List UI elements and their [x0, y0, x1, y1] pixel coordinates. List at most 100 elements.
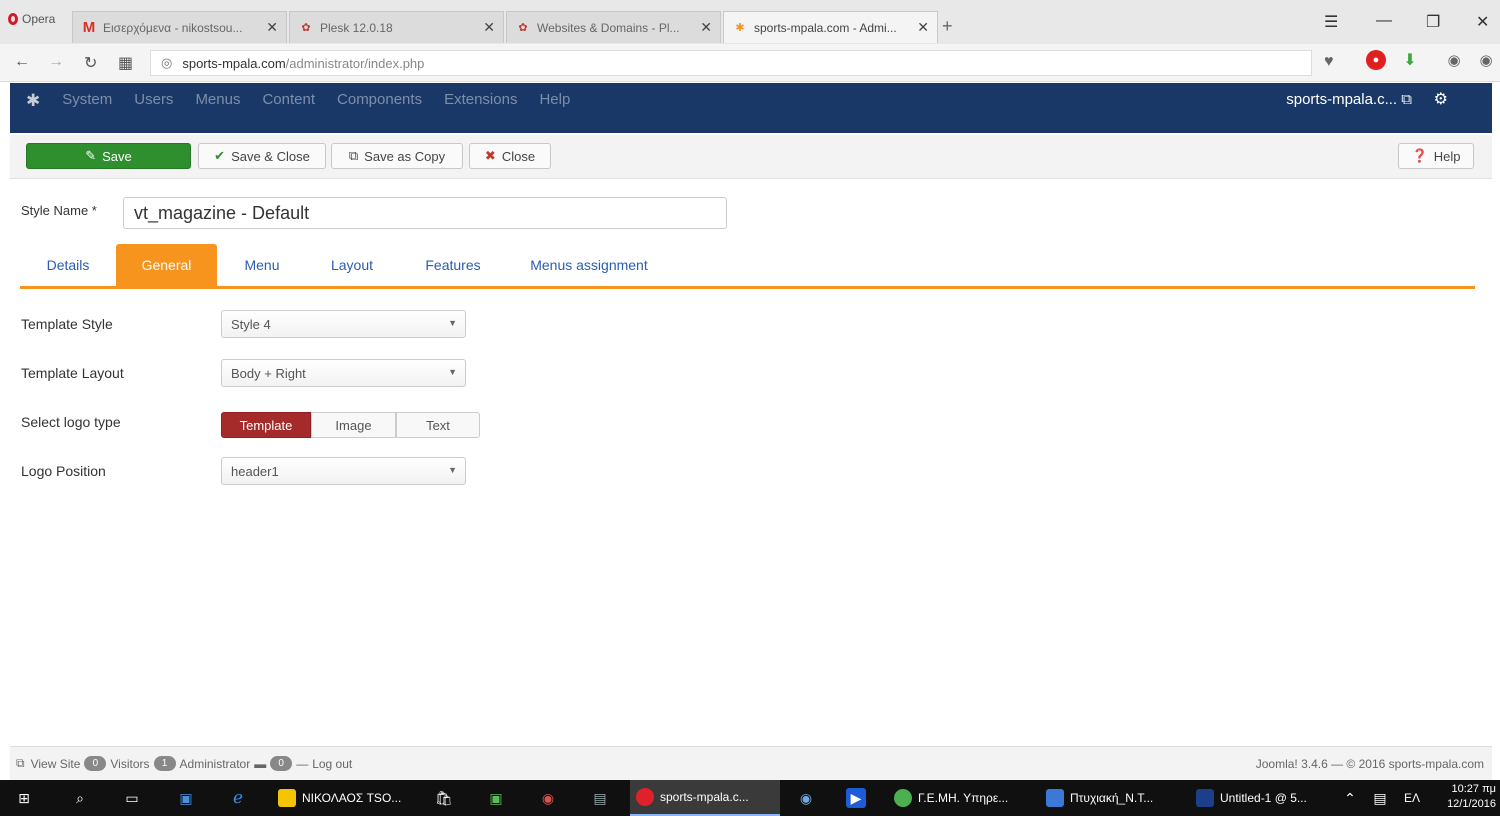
menu-help[interactable]: Help — [539, 91, 570, 108]
chevron-up-icon[interactable]: ⌃ — [1340, 788, 1360, 808]
help-button[interactable]: ❓ Help — [1398, 143, 1474, 169]
logout-link[interactable]: Log out — [312, 757, 352, 771]
messages-icon[interactable]: ▬ — [254, 757, 266, 771]
taskbar-clock[interactable]: 10:27 πμ 12/1/2016 — [1447, 782, 1496, 812]
logo-type-image[interactable]: Image — [311, 412, 396, 438]
style-name-input[interactable] — [123, 197, 727, 229]
taskbar-app-label: ΝΙΚΟΛΑΟΣ TSO... — [302, 791, 402, 805]
extension-icon[interactable]: ◉ — [1444, 50, 1464, 70]
tab-features[interactable]: Features — [397, 244, 509, 286]
template-layout-label: Template Layout — [21, 365, 124, 381]
save-close-button[interactable]: ✔ Save & Close — [198, 143, 326, 169]
back-icon[interactable]: ← — [14, 53, 30, 71]
taskbar-app-word[interactable]: Πτυχιακή_Ν.Τ... — [1040, 780, 1180, 816]
tab-details[interactable]: Details — [20, 244, 116, 286]
account-icon[interactable]: ◉ — [1476, 50, 1496, 70]
media-player-icon[interactable]: ▶ — [846, 788, 866, 808]
tab-menu-icon[interactable]: ☰ — [1324, 12, 1338, 32]
main-content: Style Name * Details General Menu Layout… — [10, 180, 1492, 746]
tab-menus-assignment[interactable]: Menus assignment — [509, 244, 669, 286]
site-link[interactable]: sports-mpala.c... ⧉ — [1286, 91, 1412, 108]
logo-type-template[interactable]: Template — [221, 412, 311, 438]
gear-icon[interactable]: ⚙ — [1434, 89, 1448, 109]
opera-icon — [636, 788, 654, 806]
template-style-select[interactable]: Style 4 ▼ — [221, 310, 466, 338]
close-icon[interactable]: ✕ — [700, 19, 712, 36]
help-label: Help — [1433, 148, 1461, 164]
menu-menus[interactable]: Menus — [195, 91, 240, 108]
heart-icon[interactable]: ♥ — [1324, 53, 1334, 71]
joomla-logo-icon[interactable]: ✱ — [26, 91, 40, 111]
taskbar-app-folder[interactable]: ΝΙΚΟΛΑΟΣ TSO... — [272, 780, 412, 816]
edit-icon: ✎ — [85, 148, 97, 163]
app-icon[interactable]: ▣ — [486, 788, 506, 808]
browser-tab-websites[interactable]: ✿ Websites & Domains - Pl... ✕ — [506, 11, 721, 43]
url-field[interactable]: ◎ sports-mpala.com/administrator/index.p… — [150, 50, 1312, 76]
speed-dial-icon[interactable]: ▦ — [118, 53, 133, 73]
logo-type-text[interactable]: Text — [396, 412, 480, 438]
window-close-button[interactable]: ✕ — [1476, 12, 1489, 32]
save-button[interactable]: ✎ Save — [26, 143, 191, 169]
plesk-icon: ✿ — [518, 22, 528, 34]
opera-menu-button[interactable]: Opera — [8, 12, 55, 26]
chevron-down-icon: ▼ — [448, 367, 457, 377]
browser-tab-plesk[interactable]: ✿ Plesk 12.0.18 ✕ — [289, 11, 504, 43]
close-icon[interactable]: ✕ — [266, 19, 278, 36]
taskbar-app-opera[interactable]: sports-mpala.c... — [630, 780, 780, 816]
tab-general[interactable]: General — [116, 244, 217, 286]
chevron-down-icon: ▼ — [448, 318, 457, 328]
messages-count-badge: 0 — [270, 756, 293, 771]
minimize-button[interactable]: — — [1376, 12, 1392, 30]
browser-tab-joomla-admin[interactable]: ✱ sports-mpala.com - Admi... ✕ — [723, 11, 938, 43]
tab-layout[interactable]: Layout — [307, 244, 397, 286]
menu-components[interactable]: Components — [337, 91, 422, 108]
external-link-icon: ⧉ — [1401, 91, 1412, 108]
download-icon[interactable]: ⬇ — [1400, 50, 1420, 70]
remote-desktop-icon[interactable]: ▣ — [176, 788, 196, 808]
menu-extensions[interactable]: Extensions — [444, 91, 517, 108]
windows-start-icon[interactable]: ⊞ — [14, 788, 34, 808]
new-tab-button[interactable]: + — [942, 16, 953, 37]
template-layout-select[interactable]: Body + Right ▼ — [221, 359, 466, 387]
store-icon[interactable]: 🛍 — [434, 788, 454, 808]
close-icon[interactable]: ✕ — [483, 19, 495, 36]
taskbar-app-label: sports-mpala.c... — [660, 790, 749, 804]
taskbar-app-chrome[interactable]: Γ.Ε.ΜΗ. Υπηρε... — [888, 780, 1034, 816]
menu-users[interactable]: Users — [134, 91, 173, 108]
word-icon — [1046, 789, 1064, 807]
edge-icon[interactable]: ℯ — [228, 788, 248, 808]
adblock-icon[interactable]: ● — [1366, 50, 1386, 70]
language-indicator[interactable]: ΕΛ — [1402, 788, 1422, 808]
logo-position-label: Logo Position — [21, 463, 106, 479]
url-host: sports-mpala.com — [182, 55, 286, 71]
taskbar-app-photoshop[interactable]: Untitled-1 @ 5... — [1190, 780, 1330, 816]
taskbar-app-label: Untitled-1 @ 5... — [1220, 791, 1307, 805]
tab-menu[interactable]: Menu — [217, 244, 307, 286]
form-tabs: Details General Menu Layout Features Men… — [20, 244, 1475, 289]
search-icon[interactable]: ⌕ — [70, 788, 90, 808]
browser-tab-bar: Opera M Εισερχόμενα - nikostsou... ✕ ✿ P… — [0, 0, 1500, 44]
menu-system[interactable]: System — [62, 91, 112, 108]
logo-position-select[interactable]: header1 ▼ — [221, 457, 466, 485]
maximize-button[interactable]: ❐ — [1426, 12, 1440, 32]
external-link-icon: ⧉ — [16, 756, 25, 770]
task-view-icon[interactable]: ▭ — [122, 788, 142, 808]
view-site-link[interactable]: View Site — [31, 757, 81, 771]
question-icon: ❓ — [1411, 148, 1428, 163]
check-icon: ✔ — [214, 148, 226, 163]
site-info-icon[interactable]: ◎ — [161, 55, 172, 71]
reload-icon[interactable]: ↻ — [84, 53, 97, 73]
opera-taskbar-icon[interactable]: ◉ — [538, 788, 558, 808]
browser-tab-gmail[interactable]: M Εισερχόμενα - nikostsou... ✕ — [72, 11, 287, 43]
notification-icon[interactable]: ▤ — [1370, 788, 1390, 808]
close-icon[interactable]: ✕ — [917, 19, 929, 36]
save-as-copy-button[interactable]: ⧉ Save as Copy — [331, 143, 463, 169]
app-icon[interactable]: ◉ — [796, 788, 816, 808]
close-label: Close — [501, 148, 536, 164]
close-button[interactable]: ✖ Close — [469, 143, 551, 169]
template-style-value: Style 4 — [231, 316, 271, 332]
site-link-label: sports-mpala.c... — [1286, 91, 1398, 108]
forward-icon[interactable]: → — [48, 53, 64, 71]
app-icon[interactable]: ▤ — [590, 788, 610, 808]
menu-content[interactable]: Content — [262, 91, 315, 108]
